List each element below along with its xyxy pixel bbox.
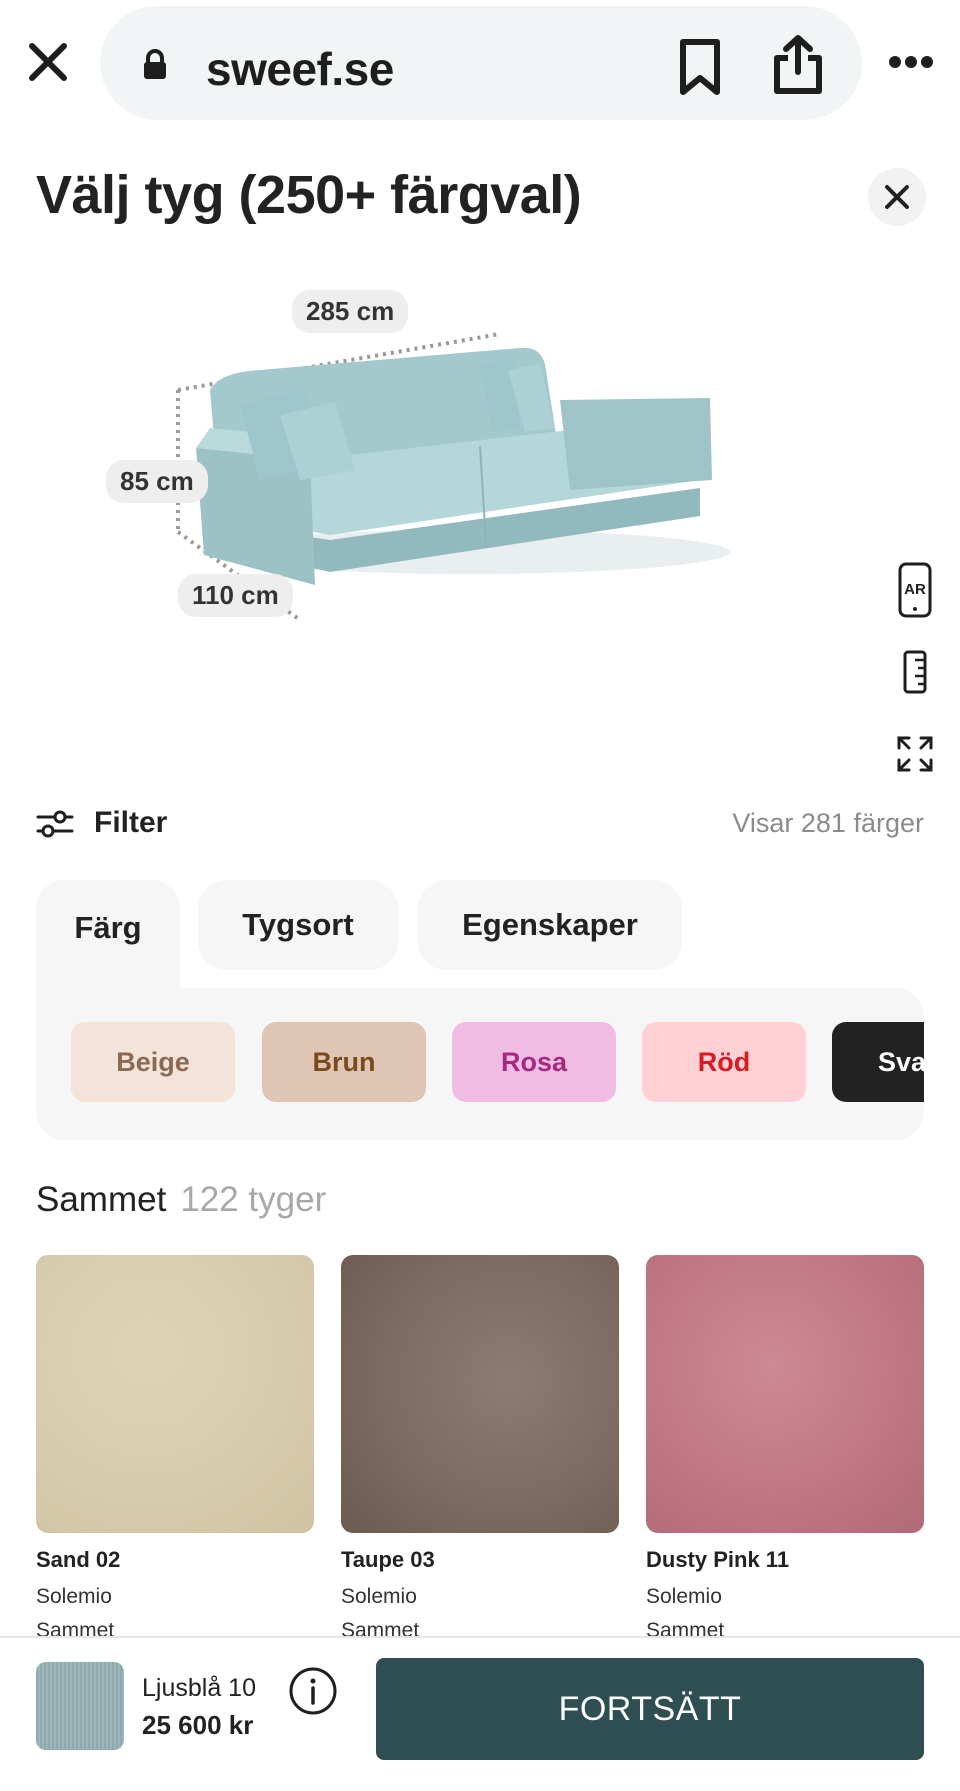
dimension-height: 85 cm <box>106 460 208 503</box>
ar-button[interactable]: AR <box>890 560 940 620</box>
color-chip-rosa[interactable]: Rosa <box>452 1022 616 1102</box>
selected-fabric-swatch <box>36 1662 124 1750</box>
close-icon <box>885 185 909 209</box>
result-count: Visar 281 färger <box>732 808 924 838</box>
info-icon[interactable] <box>288 1666 338 1716</box>
color-chip-beige[interactable]: Beige <box>71 1022 235 1102</box>
continue-button[interactable]: FORTSÄTT <box>376 1658 924 1760</box>
tab-farg[interactable]: Färg <box>36 880 180 1030</box>
fabric-brand: Solemio <box>646 1585 722 1608</box>
fabric-card[interactable]: Sand 02 Solemio Sammet <box>36 1255 314 1643</box>
color-chip-rod[interactable]: Röd <box>642 1022 806 1102</box>
filter-icon[interactable] <box>36 810 74 838</box>
more-icon[interactable] <box>888 55 934 69</box>
selected-fabric-name: Ljusblå 10 <box>142 1674 256 1702</box>
section-count: 122 tyger <box>180 1180 327 1219</box>
fabric-card[interactable]: Taupe 03 Solemio Sammet <box>341 1255 619 1643</box>
section-title: Sammet <box>36 1180 167 1219</box>
page-title: Välj tyg (250+ färgval) <box>36 165 582 225</box>
color-chip-list: Beige Brun Rosa Röd Sva <box>36 1022 924 1106</box>
modal-close-button[interactable] <box>868 168 926 226</box>
fabric-brand: Solemio <box>341 1585 417 1608</box>
color-chip-brun[interactable]: Brun <box>262 1022 426 1102</box>
fullscreen-icon <box>897 736 933 772</box>
fabric-card[interactable]: Dusty Pink 11 Solemio Sammet <box>646 1255 924 1643</box>
section-heading: Sammet 122 tyger <box>36 1180 326 1220</box>
fabric-name: Taupe 03 <box>341 1547 435 1572</box>
fabric-swatch[interactable] <box>341 1255 619 1533</box>
fabric-name: Dusty Pink 11 <box>646 1547 790 1572</box>
share-icon[interactable] <box>770 34 826 96</box>
product-3d-view[interactable]: 285 cm 85 cm 110 cm <box>100 290 760 630</box>
fullscreen-button[interactable] <box>890 724 940 784</box>
fabric-swatch[interactable] <box>36 1255 314 1533</box>
ruler-icon <box>903 650 927 694</box>
color-chip-svart[interactable]: Sva <box>832 1022 924 1102</box>
dimension-depth: 110 cm <box>178 574 293 617</box>
lock-icon <box>144 49 166 79</box>
selected-price: 25 600 kr <box>142 1710 254 1740</box>
filter-row: Filter Visar 281 färger <box>36 800 924 848</box>
view-tools: AR <box>890 560 940 806</box>
close-icon[interactable] <box>24 38 72 86</box>
filter-button[interactable]: Filter <box>94 806 167 840</box>
fabric-swatch[interactable] <box>646 1255 924 1533</box>
address-bar[interactable]: sweef.se <box>100 6 862 120</box>
url-text: sweef.se <box>206 43 394 95</box>
bookmark-icon[interactable] <box>675 38 725 96</box>
fabric-brand: Solemio <box>36 1585 112 1608</box>
ar-icon: AR <box>898 562 932 618</box>
checkout-bar: Ljusblå 10 25 600 kr FORTSÄTT <box>0 1636 960 1791</box>
tab-egenskaper[interactable]: Egenskaper <box>418 880 682 970</box>
fabric-name: Sand 02 <box>36 1547 121 1572</box>
dimension-width: 285 cm <box>292 290 409 333</box>
browser-bar: sweef.se <box>0 0 960 125</box>
tab-tygsort[interactable]: Tygsort <box>198 880 398 970</box>
svg-text:AR: AR <box>904 581 926 598</box>
measure-button[interactable] <box>890 642 940 702</box>
